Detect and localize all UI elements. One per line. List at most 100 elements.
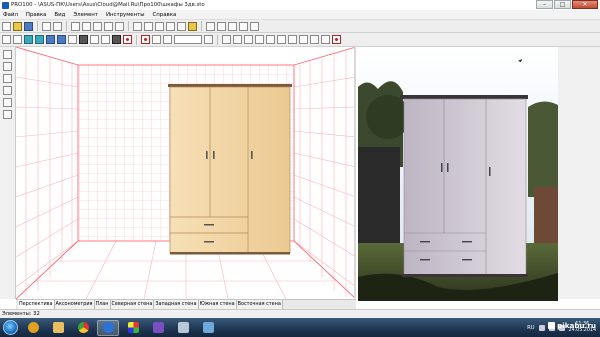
menu-tools[interactable]: Инструменты bbox=[106, 12, 145, 18]
menu-edit[interactable]: Правка bbox=[26, 12, 47, 18]
tab-axonometry[interactable]: Аксонометрия bbox=[54, 300, 95, 309]
view-toolbar bbox=[0, 33, 600, 47]
tab-west-wall[interactable]: Западная стена bbox=[154, 300, 199, 309]
taskbar-vs[interactable] bbox=[147, 320, 169, 336]
menu-file[interactable]: Файл bbox=[3, 12, 18, 18]
3d-viewport[interactable] bbox=[16, 47, 356, 299]
panel-tool-icon[interactable] bbox=[3, 74, 12, 83]
properties-icon[interactable] bbox=[166, 21, 175, 31]
magic-icon[interactable] bbox=[255, 35, 264, 44]
solid-cube-icon[interactable] bbox=[46, 35, 55, 44]
line-tool-icon[interactable] bbox=[3, 86, 12, 95]
window-title: PRO100 - \ASUS-ПК\Users\Asus\Cloud@Mail.… bbox=[11, 2, 205, 8]
left-toolstrip bbox=[0, 47, 16, 299]
pikabu-logo-icon bbox=[548, 322, 556, 329]
edges-icon[interactable] bbox=[217, 21, 226, 31]
copy-icon[interactable] bbox=[82, 21, 91, 31]
texture-cube-icon[interactable] bbox=[57, 35, 66, 44]
maximize-button[interactable]: □ bbox=[554, 0, 571, 9]
arrange-icon[interactable] bbox=[266, 35, 275, 44]
menu-element[interactable]: Элемент bbox=[73, 12, 98, 18]
pointer-tool-icon[interactable] bbox=[3, 50, 12, 59]
ungroup-icon[interactable] bbox=[144, 21, 153, 31]
zoom-in-icon[interactable] bbox=[163, 35, 172, 44]
undo-icon[interactable] bbox=[104, 21, 113, 31]
tab-perspective[interactable]: Перспектива bbox=[18, 300, 55, 309]
target-icon[interactable] bbox=[123, 35, 132, 44]
cut-icon[interactable] bbox=[71, 21, 80, 31]
tab-north-wall[interactable]: Северная стена bbox=[110, 300, 155, 309]
snap-icon[interactable] bbox=[222, 35, 231, 44]
visual-studio-icon bbox=[152, 322, 164, 333]
mirror-icon[interactable] bbox=[244, 35, 253, 44]
paste-icon[interactable] bbox=[93, 21, 102, 31]
zoom-field[interactable] bbox=[174, 35, 202, 44]
camera-icon[interactable] bbox=[112, 35, 121, 44]
taskbar-app-1[interactable] bbox=[22, 320, 44, 336]
dimensions-icon[interactable] bbox=[228, 21, 237, 31]
light-bulb-icon[interactable] bbox=[188, 21, 197, 31]
right-wall-grid bbox=[293, 47, 354, 297]
walk-icon[interactable] bbox=[310, 35, 319, 44]
language-indicator[interactable]: RU bbox=[527, 325, 534, 331]
shadows-icon[interactable] bbox=[101, 35, 110, 44]
title-bar: PRO100 - \ASUS-ПК\Users\Asus\Cloud@Mail.… bbox=[0, 0, 600, 10]
fit-view-icon[interactable] bbox=[321, 35, 330, 44]
circle-app-icon bbox=[27, 322, 39, 333]
redo-icon[interactable] bbox=[115, 21, 124, 31]
move-icon[interactable] bbox=[13, 35, 22, 44]
orbit-icon[interactable] bbox=[288, 35, 297, 44]
taskbar-chrome[interactable] bbox=[72, 320, 94, 336]
stop-icon[interactable] bbox=[141, 35, 150, 44]
pan-icon[interactable] bbox=[299, 35, 308, 44]
zoom-dropdown-icon[interactable] bbox=[204, 35, 213, 44]
grid-icon[interactable] bbox=[90, 35, 99, 44]
wire-cube-icon[interactable] bbox=[35, 35, 44, 44]
windows-taskbar: RU 11:36 24.05.2014 bbox=[0, 318, 600, 337]
library-icon[interactable] bbox=[177, 21, 186, 31]
reference-photo bbox=[358, 47, 558, 301]
print-icon[interactable] bbox=[42, 21, 51, 31]
text-tool-icon[interactable] bbox=[3, 110, 12, 119]
wardrobe-model[interactable] bbox=[168, 84, 292, 255]
settings-icon[interactable] bbox=[250, 21, 259, 31]
tab-plan[interactable]: План bbox=[94, 300, 111, 309]
start-button[interactable] bbox=[3, 320, 18, 335]
print-preview-icon[interactable] bbox=[53, 21, 62, 31]
save-icon[interactable] bbox=[24, 21, 33, 31]
real-wardrobe bbox=[400, 95, 528, 277]
open-folder-icon[interactable] bbox=[13, 21, 22, 31]
select-mode-icon[interactable] bbox=[2, 35, 11, 44]
materials-icon[interactable] bbox=[206, 21, 215, 31]
status-bar: Элементы: 32 bbox=[0, 309, 600, 318]
report-icon[interactable] bbox=[239, 21, 248, 31]
pro100-app-icon bbox=[2, 1, 9, 9]
taskbar-paint[interactable] bbox=[197, 320, 219, 336]
box-tool-icon[interactable] bbox=[3, 62, 12, 71]
taskbar-upload[interactable] bbox=[97, 319, 119, 336]
tray-arrow-icon[interactable] bbox=[538, 324, 545, 331]
menu-view[interactable]: Вид bbox=[54, 12, 65, 18]
outline-icon[interactable] bbox=[79, 35, 88, 44]
close-button[interactable]: ✕ bbox=[572, 0, 598, 9]
no-entry-icon[interactable] bbox=[332, 35, 341, 44]
shaded-icon[interactable] bbox=[68, 35, 77, 44]
align-icon[interactable] bbox=[155, 21, 164, 31]
right-panel bbox=[558, 47, 600, 299]
menu-help[interactable]: Справка bbox=[153, 12, 177, 18]
taskbar-window[interactable] bbox=[172, 320, 194, 336]
tab-east-wall[interactable]: Восточная стена bbox=[236, 300, 283, 309]
taskbar-pro100[interactable] bbox=[122, 320, 144, 336]
taskbar-explorer[interactable] bbox=[47, 320, 69, 336]
zoom-out-icon[interactable] bbox=[152, 35, 161, 44]
folder-icon bbox=[52, 322, 64, 333]
view-tabs: Перспектива Аксонометрия План Северная с… bbox=[16, 299, 356, 309]
measure-tool-icon[interactable] bbox=[3, 98, 12, 107]
minimize-button[interactable]: – bbox=[536, 0, 553, 9]
group-icon[interactable] bbox=[133, 21, 142, 31]
new-file-icon[interactable] bbox=[2, 21, 11, 31]
distribute-icon[interactable] bbox=[277, 35, 286, 44]
tab-south-wall[interactable]: Южная стена bbox=[198, 300, 237, 309]
rotate-icon[interactable] bbox=[233, 35, 242, 44]
render-cube-icon[interactable] bbox=[24, 35, 33, 44]
